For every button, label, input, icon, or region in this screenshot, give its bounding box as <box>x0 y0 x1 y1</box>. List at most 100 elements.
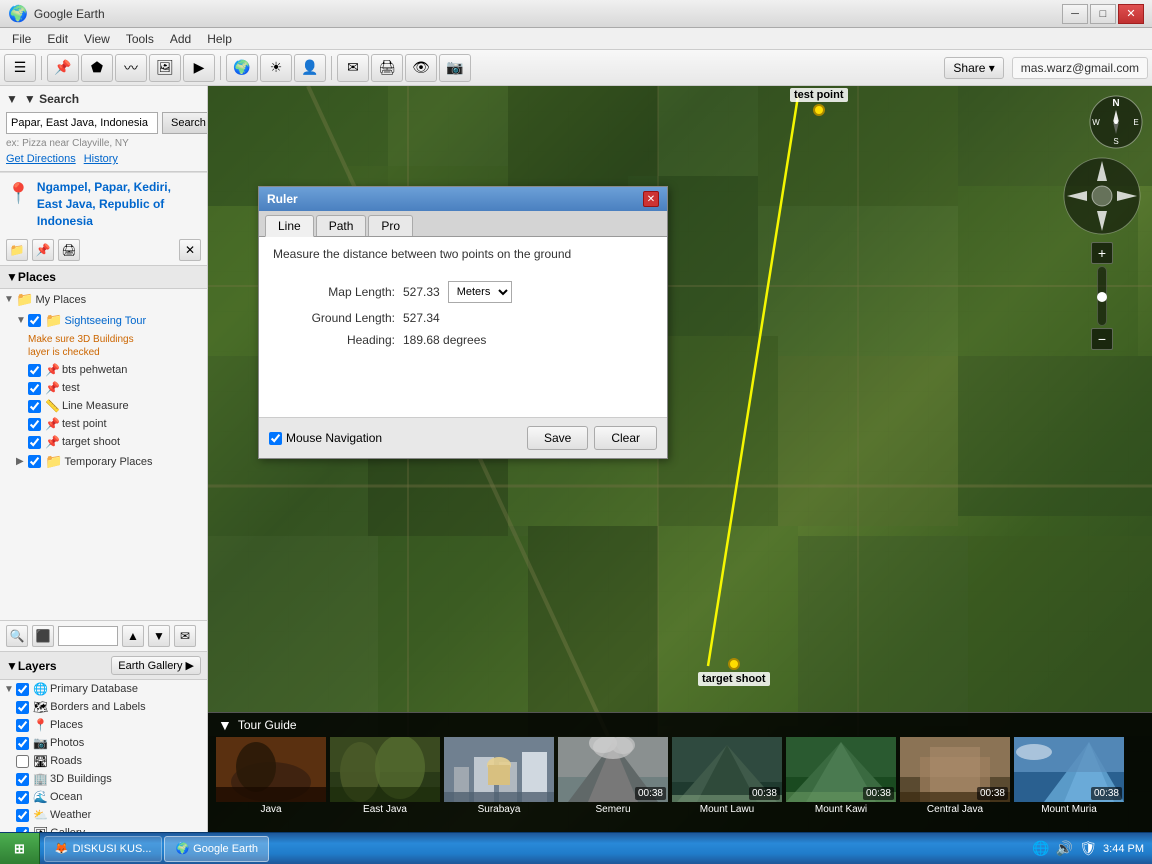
record-tour-button[interactable]: ▶ <box>183 54 215 82</box>
zoom-out-button[interactable]: − <box>1091 328 1113 350</box>
places-layer-item[interactable]: 📍 Places <box>0 716 207 734</box>
weather-item[interactable]: ⛅ Weather <box>0 806 207 824</box>
email-places-button[interactable]: ✉ <box>174 625 196 647</box>
sightseeing-checkbox[interactable] <box>28 314 41 327</box>
dialog-close-button[interactable]: ✕ <box>643 191 659 207</box>
street-view-button[interactable]: 👤 <box>294 54 326 82</box>
history-link[interactable]: History <box>84 153 118 165</box>
email-button[interactable]: ✉ <box>337 54 369 82</box>
placemark-button[interactable]: 📌 <box>47 54 79 82</box>
share-button[interactable]: Share ▾ <box>944 57 1003 79</box>
ocean-checkbox[interactable] <box>16 791 29 804</box>
toggle-view-button[interactable]: ⬛ <box>32 625 54 647</box>
ocean-item[interactable]: 🌊 Ocean <box>0 788 207 806</box>
line-measure-checkbox[interactable] <box>28 400 41 413</box>
move-up-button[interactable]: ▲ <box>122 625 144 647</box>
map-area[interactable]: test point target shoot N S W E <box>208 86 1152 832</box>
temp-places-checkbox[interactable] <box>28 455 41 468</box>
bts-item[interactable]: 📌 bts pehwetan <box>0 361 207 379</box>
zoom-slider[interactable] <box>1097 266 1107 326</box>
tab-pro[interactable]: Pro <box>368 215 413 236</box>
photo-button[interactable]: 📷 <box>439 54 471 82</box>
sightseeing-item[interactable]: ▼ 📁 Sightseeing Tour <box>0 310 207 331</box>
primary-db-checkbox[interactable] <box>16 683 29 696</box>
view-button[interactable]: 👁 <box>405 54 437 82</box>
test-point-checkbox[interactable] <box>28 418 41 431</box>
tour-thumb-mount-lawu[interactable]: 00:38 Mount Lawu <box>672 737 782 815</box>
result-text[interactable]: Ngampel, Papar, Kediri, East Java, Repub… <box>37 179 171 229</box>
target-shoot-item[interactable]: 📌 target shoot <box>0 433 207 451</box>
3d-buildings-checkbox[interactable] <box>16 773 29 786</box>
bts-checkbox[interactable] <box>28 364 41 377</box>
compass[interactable]: N S W E <box>1088 94 1144 150</box>
tour-thumb-java[interactable]: Java <box>216 737 326 815</box>
tour-thumb-east-java[interactable]: East Java <box>330 737 440 815</box>
photos-checkbox[interactable] <box>16 737 29 750</box>
search-header[interactable]: ▼ ▼ Search <box>6 92 201 106</box>
sidebar-toggle-button[interactable]: ☰ <box>4 54 36 82</box>
menu-add[interactable]: Add <box>162 30 199 48</box>
primary-db-item[interactable]: ▼ 🌐 Primary Database <box>0 680 207 698</box>
zoom-to-button[interactable]: 🔍 <box>6 625 28 647</box>
tour-collapse-arrow[interactable]: ▼ <box>218 717 232 733</box>
earth-button[interactable]: 🌍 <box>226 54 258 82</box>
tour-thumb-surabaya[interactable]: Surabaya <box>444 737 554 815</box>
weather-checkbox[interactable] <box>16 809 29 822</box>
borders-item[interactable]: 🗺 Borders and Labels <box>0 698 207 716</box>
layers-section[interactable]: ▼ Layers Earth Gallery ▶ ▼ 🌐 Primary Dat… <box>0 652 207 832</box>
get-directions-link[interactable]: Get Directions <box>6 153 76 165</box>
polygon-button[interactable]: ⬟ <box>81 54 113 82</box>
gallery-item[interactable]: 🖼 Gallery <box>0 824 207 832</box>
close-button[interactable]: ✕ <box>1118 4 1144 24</box>
tour-thumb-mount-kawi[interactable]: 00:38 Mount Kawi <box>786 737 896 815</box>
test-item[interactable]: 📌 test <box>0 379 207 397</box>
clear-button[interactable]: Clear <box>594 426 657 450</box>
menu-help[interactable]: Help <box>199 30 240 48</box>
roads-item[interactable]: 🛣 Roads <box>0 752 207 770</box>
roads-checkbox[interactable] <box>16 755 29 768</box>
tour-thumb-semeru[interactable]: 00:38 Semeru <box>558 737 668 815</box>
search-input[interactable] <box>6 112 158 134</box>
places-section[interactable]: ▼ Places ▼ 📁 My Places ▼ 📁 Sightseeing T… <box>0 266 207 621</box>
my-places-item[interactable]: ▼ 📁 My Places <box>0 289 207 310</box>
menu-tools[interactable]: Tools <box>118 30 162 48</box>
menu-file[interactable]: File <box>4 30 39 48</box>
layers-header[interactable]: ▼ Layers Earth Gallery ▶ <box>0 652 207 680</box>
tour-thumb-mount-muria[interactable]: 00:38 Mount Muria <box>1014 737 1124 815</box>
borders-checkbox[interactable] <box>16 701 29 714</box>
zoom-in-button[interactable]: + <box>1091 242 1113 264</box>
print-places-button[interactable]: 🖨 <box>58 239 80 261</box>
tab-path[interactable]: Path <box>316 215 367 236</box>
photos-item[interactable]: 📷 Photos <box>0 734 207 752</box>
start-button[interactable]: ⊞ <box>0 833 40 864</box>
search-places-input[interactable] <box>58 626 118 646</box>
new-placemark-button[interactable]: 📌 <box>32 239 54 261</box>
maximize-button[interactable]: □ <box>1090 4 1116 24</box>
menu-edit[interactable]: Edit <box>39 30 76 48</box>
line-measure-item[interactable]: 📏 Line Measure <box>0 397 207 415</box>
target-shoot-checkbox[interactable] <box>28 436 41 449</box>
menu-view[interactable]: View <box>76 30 118 48</box>
move-down-button[interactable]: ▼ <box>148 625 170 647</box>
taskbar-item-diskusi[interactable]: 🦊 DISKUSI KUS... <box>44 836 163 862</box>
test-point-item[interactable]: 📌 test point <box>0 415 207 433</box>
tab-line[interactable]: Line <box>265 215 314 237</box>
path-button[interactable]: 〰 <box>115 54 147 82</box>
test-checkbox[interactable] <box>28 382 41 395</box>
minimize-button[interactable]: ─ <box>1062 4 1088 24</box>
mouse-nav-checkbox[interactable] <box>269 432 282 445</box>
overlay-button[interactable]: 🖼 <box>149 54 181 82</box>
earth-gallery-button[interactable]: Earth Gallery ▶ <box>111 656 201 675</box>
3d-buildings-item[interactable]: 🏢 3D Buildings <box>0 770 207 788</box>
close-panel-button[interactable]: ✕ <box>179 239 201 261</box>
taskbar-item-google-earth[interactable]: 🌍 Google Earth <box>164 836 269 862</box>
tour-thumb-central-java[interactable]: 00:38 Central Java <box>900 737 1010 815</box>
sky-button[interactable]: ☀ <box>260 54 292 82</box>
places-header[interactable]: ▼ Places <box>0 266 207 289</box>
temp-places-item[interactable]: ▶ 📁 Temporary Places <box>0 451 207 472</box>
places-layer-checkbox[interactable] <box>16 719 29 732</box>
search-button[interactable]: Search <box>162 112 208 134</box>
unit-select[interactable]: Meters <box>448 281 512 303</box>
print-button[interactable]: 🖨 <box>371 54 403 82</box>
new-folder-button[interactable]: 📁 <box>6 239 28 261</box>
